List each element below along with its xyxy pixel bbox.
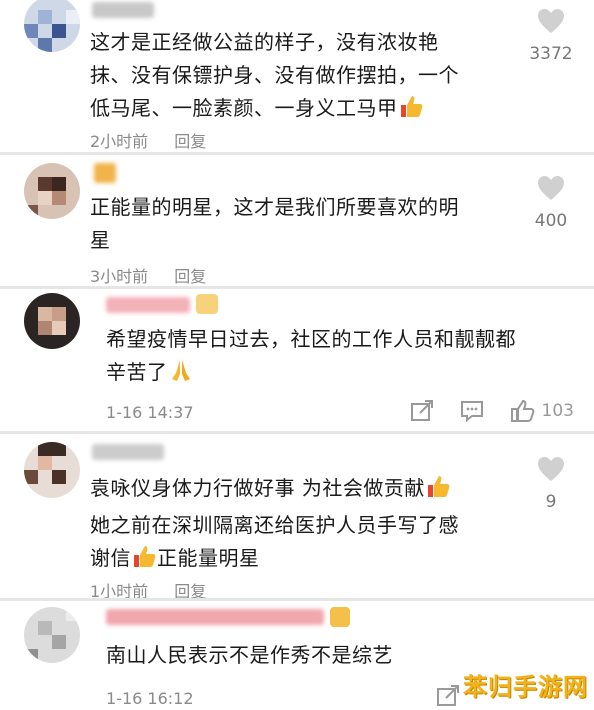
comment-meta: 1小时前 回复 <box>90 578 206 598</box>
timestamp: 1-16 14:37 <box>106 403 194 422</box>
like-button[interactable]: 103 <box>510 399 574 423</box>
username-blurred[interactable] <box>106 297 190 313</box>
like-button[interactable]: 9 <box>522 456 580 512</box>
comment-text: 正能量的明星，这才是我们所要喜欢的明 星 <box>90 195 459 252</box>
share-button[interactable] <box>436 685 460 707</box>
comment-text: 袁咏仪身体力行做好事 为社会做贡献 她之前在深圳隔离还给医护人员手写了感 谢信 … <box>90 472 459 579</box>
reply-button[interactable]: 回复 <box>174 582 206 598</box>
like-count: 103 <box>541 401 574 421</box>
comment-2: 正能量的明星，这才是我们所要喜欢的明 星 3小时前 回复 400 <box>0 155 594 286</box>
username-blurred[interactable] <box>106 609 324 625</box>
comment-text: 希望疫情早日过去，社区的工作人员和靓靓都 辛苦了 <box>106 323 516 393</box>
comment-meta: 1-16 16:12 <box>106 689 194 708</box>
heart-icon <box>538 457 564 481</box>
praying-hands-icon <box>168 357 194 393</box>
thumbs-up-icon <box>425 473 451 509</box>
reply-button[interactable]: 回复 <box>174 132 206 151</box>
timestamp: 1小时前 <box>90 582 149 598</box>
comment-4: 袁咏仪身体力行做好事 为社会做贡献 她之前在深圳隔离还给医护人员手写了感 谢信 … <box>0 434 594 598</box>
heart-icon <box>538 9 564 33</box>
comment-meta: 2小时前 回复 <box>90 128 206 152</box>
avatar[interactable] <box>24 442 80 498</box>
comment-meta: 1-16 14:37 <box>106 403 194 422</box>
watermark: 苯归手游网 <box>463 673 588 701</box>
like-count: 400 <box>534 211 568 231</box>
share-button[interactable] <box>410 400 434 422</box>
action-row <box>436 685 460 707</box>
avatar[interactable] <box>24 293 80 349</box>
thumbs-up-outline-icon <box>510 399 534 422</box>
thumbs-up-icon <box>398 93 424 129</box>
like-count: 3372 <box>529 44 573 64</box>
username-blurred[interactable] <box>94 163 116 183</box>
comment-text: 南山人民表示不是作秀不是综艺 <box>106 643 393 667</box>
reply-button[interactable]: 回复 <box>174 267 206 286</box>
like-button[interactable]: 400 <box>522 175 580 231</box>
like-button[interactable]: 3372 <box>522 8 580 64</box>
avatar[interactable] <box>24 0 80 52</box>
timestamp: 3小时前 <box>90 267 149 286</box>
timestamp: 1-16 16:12 <box>106 689 194 708</box>
comment-3: 希望疫情早日过去，社区的工作人员和靓靓都 辛苦了 1-16 14:37 103 <box>0 289 594 431</box>
heart-icon <box>538 176 564 200</box>
username-blurred[interactable] <box>92 2 154 18</box>
crown-badge-icon <box>330 607 350 627</box>
comment-icon <box>460 401 483 422</box>
fan-badge-icon <box>196 294 218 314</box>
share-icon <box>410 400 433 421</box>
avatar[interactable] <box>24 163 80 219</box>
avatar[interactable] <box>24 607 80 663</box>
share-icon <box>437 685 459 706</box>
comment-1: 这才是正经做公益的样子，没有浓妆艳 抹、没有保镖护身、没有做作摆拍，一个 低马尾… <box>0 0 594 152</box>
comment-meta: 3小时前 回复 <box>90 263 206 286</box>
like-count: 9 <box>545 492 557 512</box>
thumbs-up-icon <box>131 543 157 579</box>
username-blurred[interactable] <box>92 444 164 460</box>
comment-button[interactable] <box>460 400 484 422</box>
comment-text: 这才是正经做公益的样子，没有浓妆艳 抹、没有保镖护身、没有做作摆拍，一个 低马尾… <box>90 26 459 129</box>
timestamp: 2小时前 <box>90 132 149 151</box>
action-row: 103 <box>410 399 574 423</box>
